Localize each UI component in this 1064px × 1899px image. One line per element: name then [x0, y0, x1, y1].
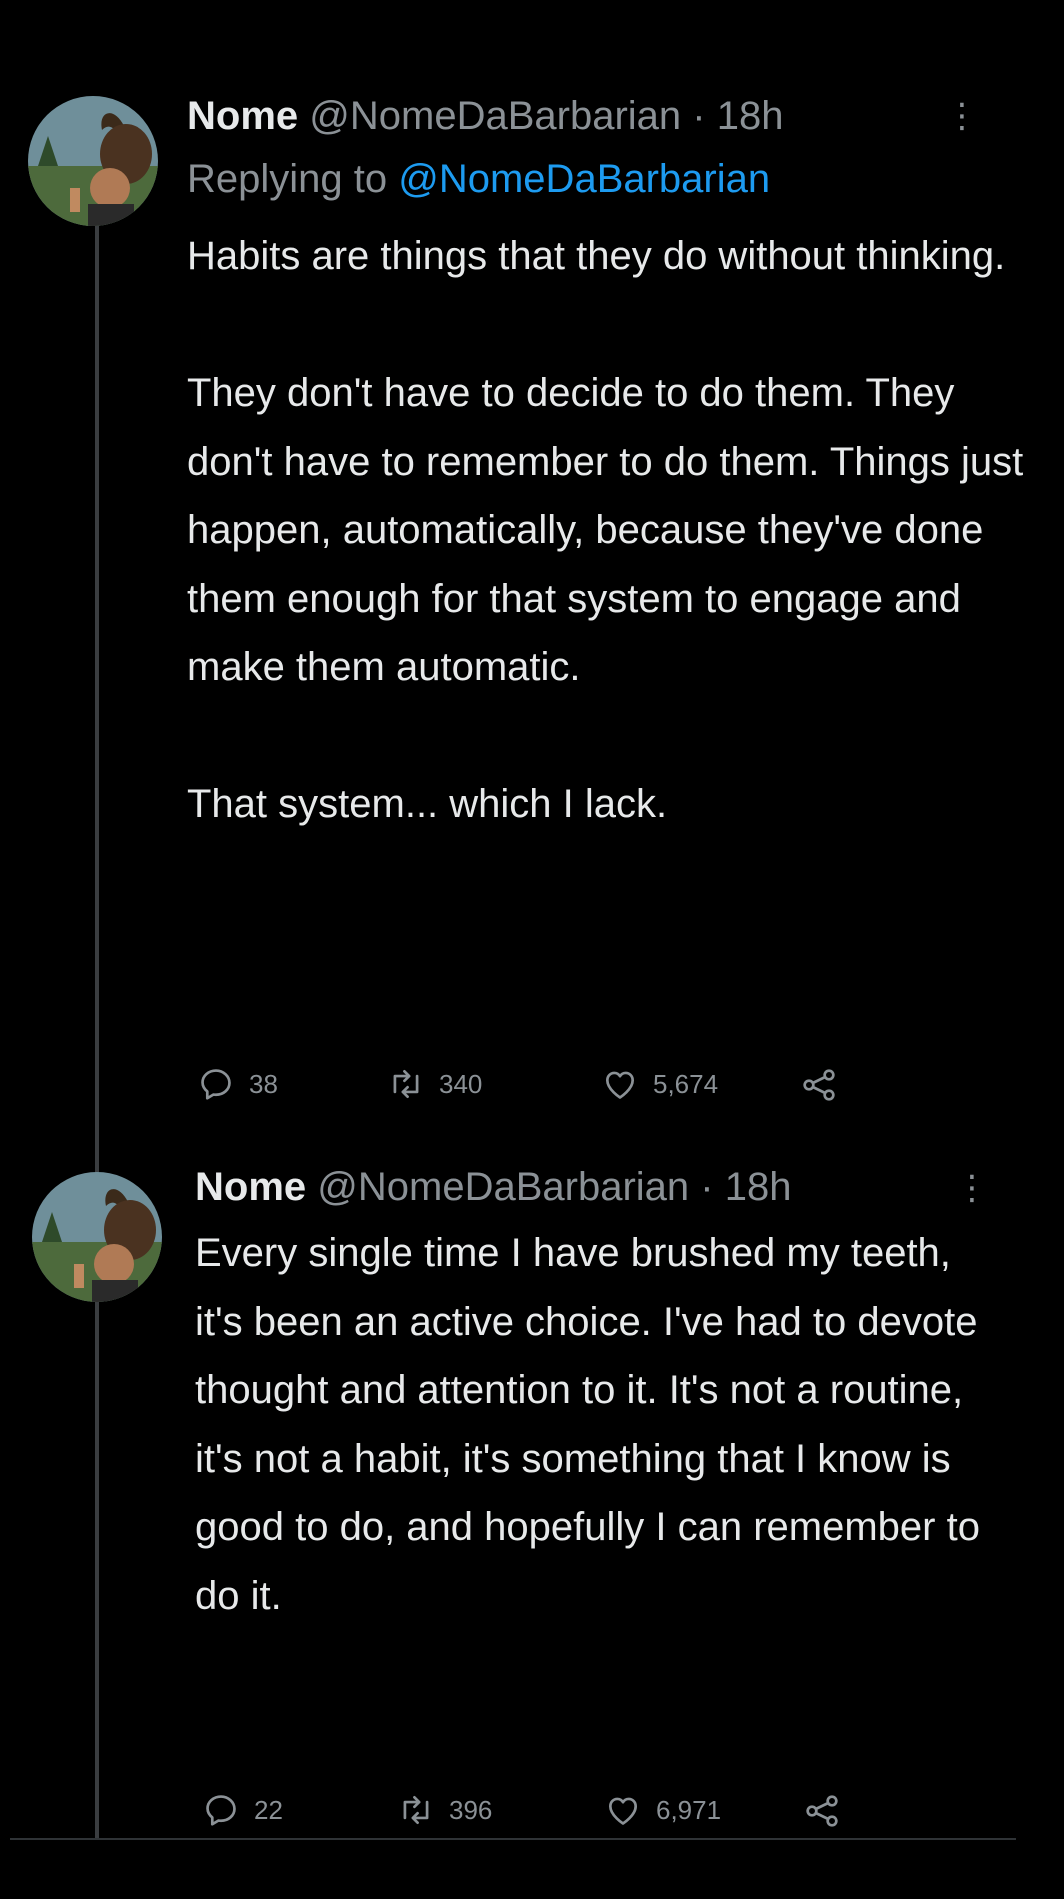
retweet-count: 396 [449, 1794, 493, 1825]
tweet-divider [10, 1838, 1016, 1840]
tweet-paragraph: Every single time I have brushed my teet… [195, 1231, 980, 1618]
tweet-actions: 38 340 5,674 [197, 1065, 857, 1109]
header-separator: · [692, 94, 706, 138]
tweet-header: Nome @NomeDaBarbarian · 18h [187, 92, 783, 140]
tweet-time[interactable]: 18h [717, 94, 784, 138]
share-icon [803, 1069, 835, 1101]
more-options-icon[interactable]: ⋮ [945, 96, 979, 136]
tweet-paragraph: They don't have to decide to do them. Th… [187, 371, 1024, 689]
tweet-text: Every single time I have brushed my teet… [195, 1219, 1005, 1630]
tweet-paragraph: That system... which I lack. [187, 782, 668, 826]
reply-icon [206, 1795, 236, 1826]
retweet-count: 340 [439, 1068, 483, 1099]
tweet-actions: 22 396 6,971 [202, 1791, 862, 1835]
replying-to-label: Replying to [187, 157, 388, 201]
replying-to: Replying to @NomeDaBarbarian [187, 155, 770, 203]
avatar[interactable] [28, 96, 158, 226]
retweet-button[interactable]: 396 [397, 1791, 492, 1829]
tweet-header: Nome @NomeDaBarbarian · 18h [195, 1163, 791, 1211]
thread-connector-line [95, 196, 99, 1838]
replying-to-mention[interactable]: @NomeDaBarbarian [398, 157, 770, 201]
heart-icon [605, 1071, 635, 1099]
reply-button[interactable]: 38 [197, 1065, 278, 1103]
share-button[interactable] [802, 1791, 842, 1831]
reply-count: 38 [249, 1068, 278, 1099]
reply-button[interactable]: 22 [202, 1791, 283, 1829]
tweet-text: Habits are things that they do without t… [187, 222, 1027, 839]
avatar-image [32, 1172, 162, 1302]
tweet-paragraph: Habits are things that they do without t… [187, 234, 1006, 278]
author-name[interactable]: Nome [187, 94, 298, 138]
tweet-time[interactable]: 18h [725, 1165, 792, 1209]
avatar[interactable] [32, 1172, 162, 1302]
author-name[interactable]: Nome [195, 1165, 306, 1209]
like-count: 5,674 [653, 1068, 719, 1099]
reply-count: 22 [254, 1794, 283, 1825]
share-icon [806, 1795, 838, 1827]
reply-icon [201, 1069, 231, 1100]
author-handle[interactable]: @NomeDaBarbarian [309, 94, 681, 138]
like-button[interactable]: 6,971 [604, 1791, 721, 1829]
more-options-icon[interactable]: ⋮ [955, 1168, 989, 1208]
avatar-image [28, 96, 158, 226]
retweet-icon [393, 1069, 419, 1099]
share-button[interactable] [799, 1065, 839, 1105]
retweet-button[interactable]: 340 [387, 1065, 482, 1103]
retweet-icon [403, 1795, 429, 1825]
heart-icon [608, 1797, 638, 1825]
author-handle[interactable]: @NomeDaBarbarian [317, 1165, 689, 1209]
header-separator: · [700, 1165, 714, 1209]
like-count: 6,971 [656, 1794, 722, 1825]
like-button[interactable]: 5,674 [601, 1065, 718, 1103]
